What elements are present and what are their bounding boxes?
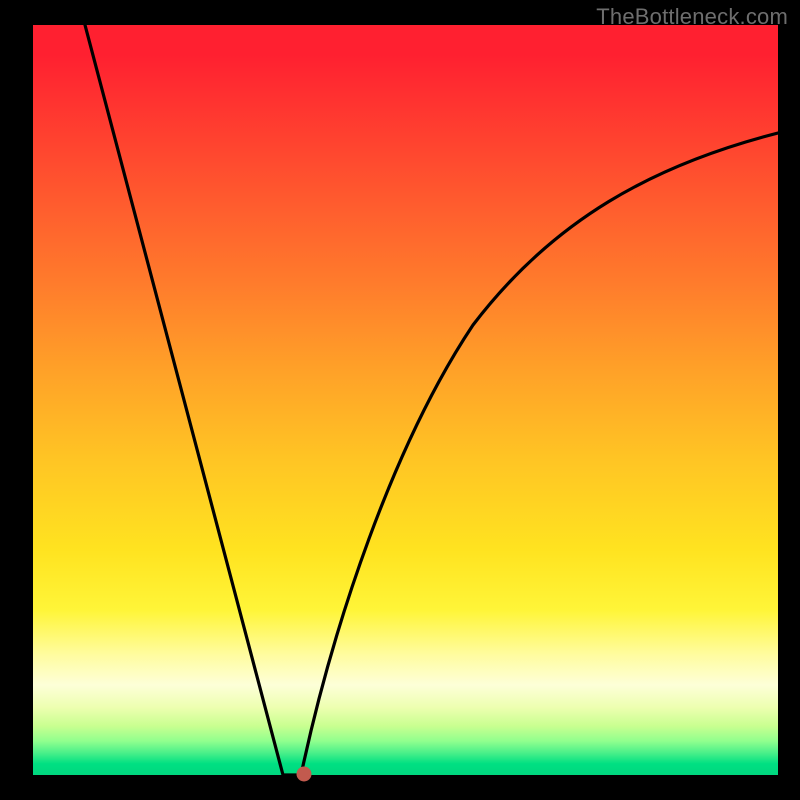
plot-area [33, 25, 778, 775]
curve-left-branch [85, 25, 301, 775]
curve-right-branch [301, 133, 778, 775]
bottleneck-curve [33, 25, 778, 775]
minimum-marker [297, 767, 312, 782]
watermark-text: TheBottleneck.com [596, 4, 788, 30]
chart-frame: TheBottleneck.com [0, 0, 800, 800]
